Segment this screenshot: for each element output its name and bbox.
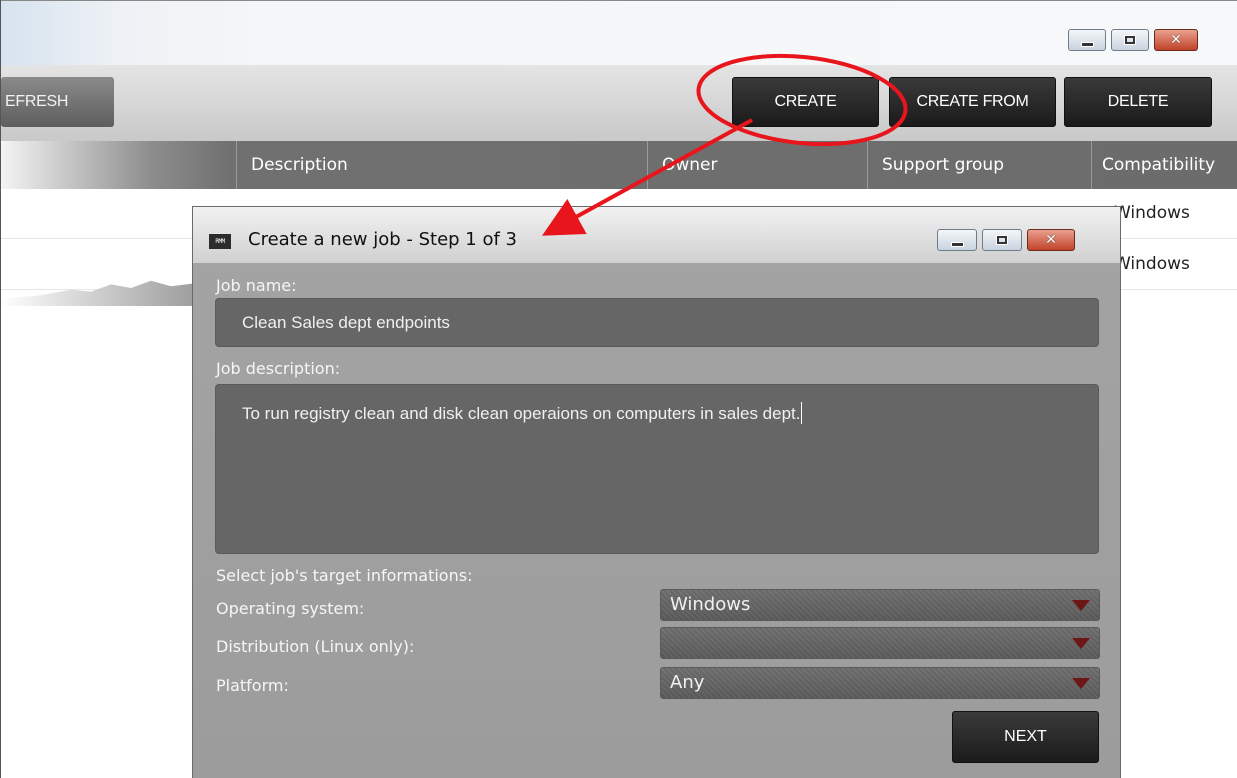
platform-label: Platform: — [216, 676, 289, 695]
operating-system-select[interactable]: Windows — [660, 589, 1100, 621]
toolbar: EFRESH CREATE CREATE FROM DELETE — [1, 65, 1237, 141]
dropdown-arrow-icon — [1072, 600, 1090, 611]
platform-value: Any — [670, 672, 705, 693]
create-from-button[interactable]: CREATE FROM — [889, 77, 1056, 127]
minimize-button[interactable] — [1068, 29, 1106, 51]
table-cell-compatibility: Windows — [1114, 254, 1190, 274]
background-graph-strip — [1, 280, 201, 306]
dropdown-arrow-icon — [1072, 678, 1090, 689]
refresh-button[interactable]: EFRESH — [1, 77, 114, 127]
job-description-value: To run registry clean and disk clean ope… — [242, 404, 801, 423]
platform-select[interactable]: Any — [660, 667, 1100, 699]
dropdown-arrow-icon — [1072, 638, 1090, 649]
operating-system-value: Windows — [670, 594, 751, 615]
close-button[interactable]: ✕ — [1154, 29, 1198, 51]
job-name-value: Clean Sales dept endpoints — [242, 313, 450, 332]
maximize-icon — [1124, 35, 1136, 45]
operating-system-label: Operating system: — [216, 599, 365, 618]
next-button[interactable]: NEXT — [952, 711, 1099, 763]
create-button[interactable]: CREATE — [732, 77, 879, 127]
delete-button[interactable]: DELETE — [1064, 77, 1212, 127]
window-controls: ✕ — [1068, 29, 1198, 53]
close-icon: ✕ — [1170, 32, 1182, 48]
distribution-select[interactable] — [660, 627, 1100, 659]
minimize-icon — [1080, 41, 1094, 47]
grid-header: Description Owner Support group Compatib… — [1, 141, 1237, 189]
table-cell-compatibility: Windows — [1114, 203, 1190, 223]
column-header-owner[interactable]: Owner — [647, 141, 867, 189]
job-description-textarea[interactable]: To run registry clean and disk clean ope… — [215, 384, 1099, 554]
column-header-compatibility[interactable]: Compatibility — [1091, 141, 1237, 189]
job-name-input[interactable]: Clean Sales dept endpoints — [215, 298, 1099, 347]
background-window-titlebar: ✕ — [1, 1, 1237, 65]
maximize-button[interactable] — [1111, 29, 1149, 51]
dialog-content-layer: Job name: Clean Sales dept endpoints Job… — [192, 206, 1121, 778]
column-header-description[interactable]: Description — [236, 141, 647, 189]
target-section-label: Select job's target informations: — [216, 566, 473, 585]
job-description-label: Job description: — [216, 359, 341, 378]
text-caret — [801, 402, 803, 424]
job-name-label: Job name: — [216, 276, 297, 295]
distribution-label: Distribution (Linux only): — [216, 637, 415, 656]
column-header-support-group[interactable]: Support group — [867, 141, 1091, 189]
